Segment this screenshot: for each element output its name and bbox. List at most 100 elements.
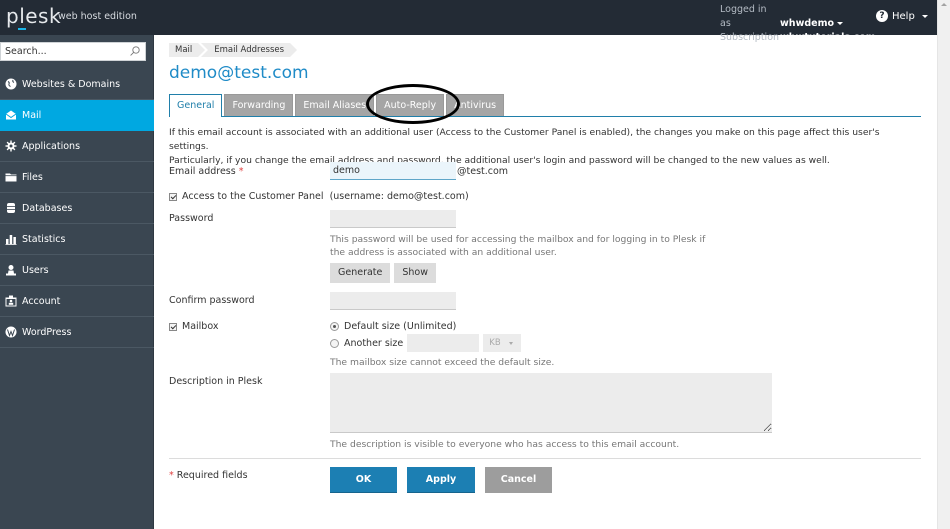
unit-value: KB — [489, 338, 501, 348]
sidebar-item-wordpress[interactable]: WordPress — [0, 317, 154, 348]
hint-line: the address is associated with an additi… — [330, 247, 557, 258]
ok-button[interactable]: OK — [330, 467, 397, 493]
sidebar-item-mail[interactable]: Mail — [0, 100, 154, 131]
sidebar-item-databases[interactable]: Databases — [0, 193, 154, 224]
sidebar-item-websites-domains[interactable]: Websites & Domains — [0, 69, 154, 100]
mailbox-size-input[interactable] — [407, 334, 480, 352]
sidebar-item-account[interactable]: Account — [0, 286, 154, 317]
confirm-password-field-wrap — [330, 292, 456, 310]
apply-button[interactable]: Apply — [407, 467, 475, 493]
customer-panel-row: Access to the Customer Panel (username: … — [169, 191, 469, 202]
mailbox-label: Mailbox — [182, 321, 219, 332]
sidebar-search — [0, 42, 146, 61]
customer-panel-username: (username: demo@test.com) — [329, 191, 469, 202]
mailbox-options: Default size (Unlimited) Another size KB… — [330, 318, 554, 369]
breadcrumb-email-addresses[interactable]: Email Addresses — [201, 43, 297, 57]
gear-icon — [5, 140, 17, 152]
customer-panel-checkbox[interactable] — [169, 192, 177, 201]
mailbox-other-radio[interactable] — [330, 338, 339, 348]
description-field-wrap: The description is visible to everyone w… — [330, 373, 772, 451]
label-text: Email address — [169, 166, 236, 177]
sidebar-item-label: Mail — [22, 109, 42, 121]
generate-password-button[interactable]: Generate — [330, 263, 391, 283]
sidebar-item-users[interactable]: Users — [0, 255, 154, 286]
tab-auto-reply[interactable]: Auto-Reply — [376, 94, 445, 116]
password-actions: Generate Show — [330, 263, 705, 283]
required-mark: * — [238, 166, 244, 177]
sidebar: Websites & Domains Mail Applications Fil… — [0, 35, 154, 529]
user-menu[interactable]: whwdemo — [780, 18, 844, 29]
chevron-down-icon — [921, 14, 928, 18]
sidebar-item-label: Statistics — [22, 233, 66, 245]
breadcrumb: Mail Email Addresses — [169, 43, 300, 57]
bar-chart-icon — [5, 233, 17, 245]
intro-line: If this email account is associated with… — [169, 127, 880, 152]
tab-bar: General Forwarding Email Aliases Auto-Re… — [169, 94, 921, 117]
mailbox-row: Mailbox — [169, 321, 218, 332]
option-label: Default size (Unlimited) — [344, 320, 457, 332]
dropdown-arrow-icon — [508, 341, 513, 345]
password-input[interactable] — [330, 210, 456, 228]
required-fields-text: Required fields — [176, 470, 248, 481]
show-password-button[interactable]: Show — [394, 263, 437, 283]
logo-text: plesk — [6, 4, 62, 28]
description-label: Description in Plesk — [169, 376, 263, 387]
username: whwdemo — [780, 18, 835, 29]
mailbox-checkbox[interactable] — [169, 322, 177, 331]
wordpress-icon — [5, 326, 17, 338]
sidebar-item-label: Account — [22, 295, 61, 307]
sidebar-nav: Websites & Domains Mail Applications Fil… — [0, 69, 154, 348]
mailbox-default-option[interactable]: Default size (Unlimited) — [330, 318, 554, 334]
confirm-password-input[interactable] — [330, 292, 456, 310]
description-textarea[interactable] — [330, 373, 772, 433]
sidebar-item-applications[interactable]: Applications — [0, 131, 154, 162]
vertical-scrollbar[interactable] — [937, 0, 950, 529]
email-domain-suffix: @test.com — [457, 166, 509, 177]
sidebar-item-label: Users — [22, 264, 49, 276]
sidebar-item-label: Files — [22, 171, 43, 183]
cancel-button[interactable]: Cancel — [485, 467, 552, 493]
account-icon — [5, 295, 17, 307]
logged-in-label: Logged in as — [720, 4, 767, 29]
intro-text: If this email account is associated with… — [169, 126, 921, 168]
mailbox-hint: The mailbox size cannot exceed the defau… — [330, 357, 555, 368]
sidebar-item-label: Websites & Domains — [22, 78, 121, 90]
scroll-up-arrow-icon[interactable] — [941, 3, 947, 6]
email-address-field-wrap — [330, 162, 456, 180]
sidebar-item-label: WordPress — [22, 326, 72, 338]
hint-line: This password will be used for accessing… — [330, 234, 706, 245]
search-icon[interactable] — [130, 46, 140, 56]
tab-general[interactable]: General — [169, 94, 223, 117]
tab-antivirus[interactable]: Antivirus — [446, 94, 505, 116]
mailbox-unit-select[interactable]: KB — [483, 334, 522, 352]
password-hint: This password will be used for accessing… — [330, 233, 705, 259]
tab-email-aliases[interactable]: Email Aliases — [295, 94, 375, 116]
mailbox-default-radio[interactable] — [330, 321, 339, 331]
help-label: Help — [892, 10, 915, 22]
breadcrumb-mail[interactable]: Mail — [169, 43, 206, 57]
form-divider — [169, 458, 921, 459]
email-address-label: Email address * — [169, 166, 243, 177]
search-input[interactable] — [1, 43, 121, 60]
subscription-value[interactable]: whwtutorials.com — [780, 32, 876, 43]
required-mark: * — [169, 470, 174, 481]
chevron-down-icon — [837, 22, 844, 25]
plesk-logo[interactable]: plesk — [6, 4, 62, 30]
user-icon — [5, 264, 17, 276]
help-icon: ? — [876, 10, 888, 22]
mailbox-other-option[interactable]: Another size KB — [330, 334, 554, 352]
top-header: plesk web host edition Logged in as whwd… — [0, 0, 937, 43]
customer-panel-label: Access to the Customer Panel — [182, 191, 324, 202]
sidebar-item-label: Databases — [22, 202, 73, 214]
email-address-input[interactable] — [330, 162, 456, 180]
option-label: Another size — [344, 337, 404, 349]
sidebar-item-statistics[interactable]: Statistics — [0, 224, 154, 255]
sidebar-item-files[interactable]: Files — [0, 162, 154, 193]
logo-accent — [18, 28, 26, 30]
required-fields-note: * Required fields — [169, 470, 248, 481]
account-info: Logged in as whwdemo Subscription whwtut… — [720, 3, 876, 45]
sidebar-item-label: Applications — [22, 140, 81, 152]
confirm-password-label: Confirm password — [169, 295, 255, 306]
tab-forwarding[interactable]: Forwarding — [224, 94, 294, 116]
help-menu[interactable]: ? Help — [876, 10, 928, 22]
